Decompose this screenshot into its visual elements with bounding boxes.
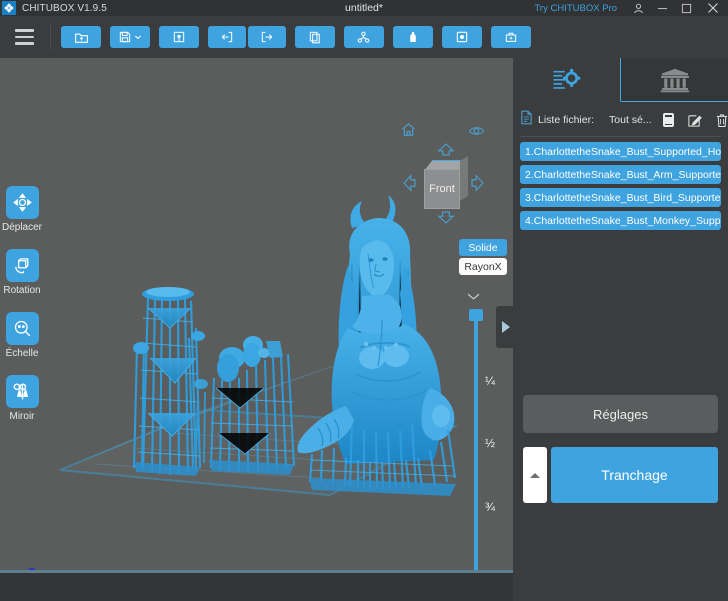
tab-settings[interactable] [513, 58, 621, 102]
temple-columns-icon [658, 67, 692, 93]
select-all-label[interactable]: Tout sé... [609, 114, 652, 126]
open-file-button[interactable] [61, 26, 101, 48]
move-tool[interactable]: Déplacer [0, 186, 44, 233]
slider-track[interactable] [474, 313, 478, 581]
rotate-tool[interactable]: Rotation [0, 249, 44, 296]
maximize-icon[interactable] [674, 0, 698, 16]
arrow-right-icon[interactable] [470, 173, 485, 198]
trash-icon[interactable] [715, 113, 728, 128]
mirror-tool-label: Miroir [0, 411, 44, 422]
3d-viewport[interactable]: Front Solide RayonX ¼ ½ ¾ [0, 58, 513, 589]
titlebar-controls: Try CHITUBOX Pro [534, 0, 728, 16]
repair-button[interactable] [491, 26, 531, 48]
panel-actions: Réglages Tranchage [513, 395, 728, 503]
minimize-icon[interactable] [650, 0, 674, 16]
navigation-cube-cluster[interactable]: Front [395, 118, 500, 233]
file-list-title: Liste fichier: [538, 114, 594, 126]
model-bust-main [297, 195, 456, 496]
punch-hole-button[interactable] [442, 26, 482, 48]
chevron-down-icon[interactable] [134, 33, 142, 41]
view-cube[interactable]: Front [424, 160, 468, 212]
chitubox-window: CHITUBOX V1.9.5 untitled* Try CHITUBOX P… [0, 0, 728, 601]
move-tool-label: Déplacer [0, 222, 44, 233]
file-row-3[interactable]: 3.CharlottetheSnake_Bust_Bird_Supported.… [520, 188, 721, 207]
tab-machine[interactable] [621, 58, 728, 102]
slice-options-button[interactable] [523, 447, 547, 503]
document-icon [520, 110, 533, 130]
slider-tick-quarter: ¼ [485, 374, 495, 388]
file-list: 1.CharlottetheSnake_Bust_Supported_Hollo… [520, 142, 721, 230]
settings-button[interactable]: Réglages [523, 395, 718, 433]
right-panel: Liste fichier: Tout sé... [513, 58, 728, 601]
scale-magnifier-icon[interactable] [6, 312, 39, 345]
export-button[interactable] [248, 26, 286, 48]
slider-tick-three-quarter: ¾ [485, 500, 495, 514]
user-icon[interactable] [626, 0, 650, 16]
home-icon[interactable] [400, 121, 417, 143]
mirror-tool[interactable]: Miroir [0, 375, 44, 422]
file-list-divider [520, 136, 721, 137]
scale-tool[interactable]: Échelle [0, 312, 44, 359]
toolbar-button-group [61, 26, 531, 48]
chevron-down-icon[interactable] [466, 288, 481, 306]
try-pro-link[interactable]: Try CHITUBOX Pro [534, 3, 617, 14]
cube-face-front[interactable]: Front [424, 169, 460, 209]
file-list-header: Liste fichier: Tout sé... [520, 106, 721, 134]
toolbar-divider [50, 24, 51, 50]
close-icon[interactable] [698, 0, 728, 16]
arrow-up-icon[interactable] [436, 142, 456, 162]
scale-tool-label: Échelle [0, 348, 44, 359]
slice-button[interactable]: Tranchage [551, 447, 718, 503]
arrow-left-icon[interactable] [402, 173, 417, 198]
mode-rayonx[interactable]: RayonX [459, 258, 507, 275]
select-all-checkbox[interactable] [663, 113, 674, 127]
cube-face-right[interactable] [460, 156, 468, 201]
hollow-button[interactable] [393, 26, 433, 48]
supports-button[interactable] [344, 26, 384, 48]
main-toolbar [0, 16, 728, 58]
hamburger-menu-icon[interactable] [0, 16, 48, 58]
triangle-right-icon [502, 321, 510, 333]
title-bar: CHITUBOX V1.9.5 untitled* Try CHITUBOX P… [0, 0, 728, 16]
slice-action-row: Tranchage [523, 447, 718, 503]
copy-button[interactable] [295, 26, 335, 48]
panel-body: Liste fichier: Tout sé... [513, 106, 728, 230]
app-name: CHITUBOX V1.9.5 [22, 3, 107, 14]
mirror-flip-icon[interactable] [6, 375, 39, 408]
panel-tabs [513, 58, 728, 102]
caret-up-icon [530, 473, 540, 478]
eye-view-icon[interactable] [468, 124, 485, 143]
move-arrows-icon[interactable] [6, 186, 39, 219]
pencil-edit-icon[interactable] [687, 113, 702, 128]
slider-tick-half: ½ [485, 436, 495, 450]
rotate-cube-icon[interactable] [6, 249, 39, 282]
sliders-gear-icon [552, 68, 582, 92]
file-row-1[interactable]: 1.CharlottetheSnake_Bust_Supported_Hollo… [520, 142, 721, 161]
file-row-4[interactable]: 4.CharlottetheSnake_Bust_Monkey_Supporte… [520, 211, 721, 230]
app-logo-icon [2, 1, 16, 15]
import-export-pair [208, 26, 286, 48]
save-file-button[interactable] [110, 26, 150, 48]
transform-tool-rail: Déplacer Rotation Échelle [0, 58, 44, 589]
rotate-tool-label: Rotation [0, 285, 44, 296]
mode-solide[interactable]: Solide [459, 239, 507, 256]
arrow-down-icon[interactable] [436, 210, 456, 230]
display-mode-group: Solide RayonX [459, 239, 507, 277]
screenshot-button[interactable] [159, 26, 199, 48]
import-button[interactable] [208, 26, 246, 48]
file-row-2[interactable]: 2.CharlottetheSnake_Bust_Arm_Supported.s… [520, 165, 721, 184]
